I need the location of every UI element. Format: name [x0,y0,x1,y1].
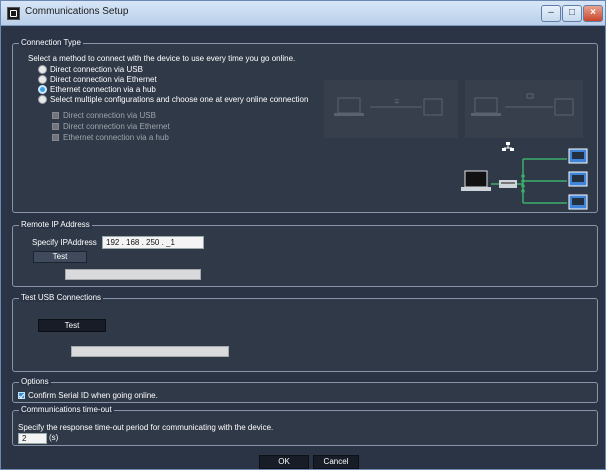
usb-test-group: Test USB Connections Test [12,293,598,372]
maximize-button[interactable]: □ [562,5,582,22]
usb-diagram-art: ∓ [334,97,443,116]
sub-usb-checkbox[interactable] [52,112,59,119]
timeout-input[interactable]: 2 [18,433,47,444]
options-legend: Options [19,377,51,386]
laptop-icon [461,170,491,191]
remote-ip-group: Remote IP Address Specify IPAddress 192 … [12,220,598,287]
hub-icon [499,180,517,188]
usb-test-legend: Test USB Connections [19,293,104,302]
usb-test-button[interactable]: Test [38,319,106,332]
ethernet-diagram [465,80,583,138]
ip-test-progress [65,269,201,280]
usb-icon: ∓ [394,98,400,106]
window-title: Communications Setup [25,6,129,17]
radio-hub[interactable] [38,85,47,94]
radio-multiple-label[interactable]: Select multiple configurations and choos… [50,95,308,104]
minimize-icon: – [548,7,554,18]
maximize-icon: □ [568,7,576,18]
usb-test-progress [71,346,229,357]
timeout-unit: (s) [49,433,59,442]
sub-ethernet-label: Direct connection via Ethernet [63,122,170,131]
app-icon [7,7,20,20]
network-icon [502,142,514,151]
radio-hub-label[interactable]: Ethernet connection via a hub [50,85,156,94]
confirm-serial-checkbox[interactable] [18,392,25,399]
close-button[interactable]: × [583,5,603,22]
ok-button[interactable]: OK [259,455,309,469]
ethernet-diagram-art [471,93,574,116]
options-group: Options Confirm Serial ID when going onl… [12,377,598,403]
timeout-instruction: Specify the response time-out period for… [18,423,274,432]
sub-hub-label: Ethernet connection via a hub [63,133,169,142]
sub-usb-label: Direct connection via USB [63,111,156,120]
ip-test-button[interactable]: Test [33,251,87,263]
usb-diagram: ∓ [324,80,458,138]
ip-label: Specify IPAddress [32,238,97,247]
title-bar: Communications Setup – □ × [1,1,605,26]
hub-diagram [461,142,588,210]
connection-type-legend: Connection Type [19,38,83,47]
close-icon: × [590,7,596,18]
radio-usb[interactable] [38,65,47,74]
cancel-button[interactable]: Cancel [313,455,359,469]
connection-instruction: Select a method to connect with the devi… [28,54,296,63]
communications-setup-window: Communications Setup – □ × Connection Ty… [0,0,606,470]
sub-ethernet-checkbox[interactable] [52,123,59,130]
confirm-serial-label[interactable]: Confirm Serial ID when going online. [28,391,158,400]
sub-hub-checkbox[interactable] [52,134,59,141]
radio-ethernet-label[interactable]: Direct connection via Ethernet [50,75,157,84]
radio-usb-label[interactable]: Direct connection via USB [50,65,143,74]
timeout-legend: Communications time-out [19,405,114,414]
controller-icon [568,148,588,210]
connection-type-group: Connection Type Select a method to conne… [12,38,598,213]
remote-ip-legend: Remote IP Address [19,220,92,229]
ip-address-field[interactable]: 192 . 168 . 250 . _1 [102,236,204,249]
minimize-button[interactable]: – [541,5,561,22]
timeout-group: Communications time-out Specify the resp… [12,405,598,446]
radio-multiple[interactable] [38,95,47,104]
radio-ethernet[interactable] [38,75,47,84]
